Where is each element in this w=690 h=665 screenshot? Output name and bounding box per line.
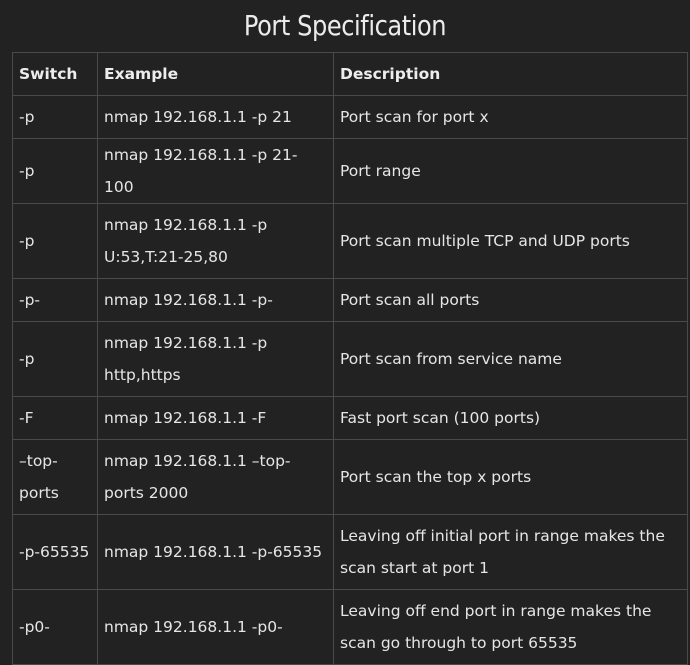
switch-cell: –top-ports	[12, 439, 98, 515]
table-row: -p- nmap 192.168.1.1 -p- Port scan all p…	[12, 278, 688, 322]
description-cell: Fast port scan (100 ports)	[333, 396, 688, 440]
description-cell: Port range	[333, 138, 688, 204]
table-row: –top-ports nmap 192.168.1.1 –top-ports 2…	[12, 439, 688, 515]
example-cell: nmap 192.168.1.1 -p0-	[97, 589, 334, 665]
description-cell: Port scan multiple TCP and UDP ports	[333, 203, 688, 279]
example-cell: nmap 192.168.1.1 -p 21-100	[97, 138, 334, 204]
example-cell: nmap 192.168.1.1 -p U:53,T:21-25,80	[97, 203, 334, 279]
example-cell: nmap 192.168.1.1 -p-65535	[97, 514, 334, 590]
column-header-switch: Switch	[12, 52, 98, 96]
example-cell: nmap 192.168.1.1 -p http,https	[97, 321, 334, 397]
description-cell: Leaving off initial port in range makes …	[333, 514, 688, 590]
description-cell: Port scan all ports	[333, 278, 688, 322]
table-row: -p-65535 nmap 192.168.1.1 -p-65535 Leavi…	[12, 514, 688, 590]
switch-cell: -p0-	[12, 589, 98, 665]
port-specification-table: Switch Example Description -p nmap 192.1…	[12, 52, 688, 665]
table-row: -F nmap 192.168.1.1 -F Fast port scan (1…	[12, 396, 688, 440]
page-title: Port Specification	[243, 9, 447, 42]
description-cell: Port scan the top x ports	[333, 439, 688, 515]
table-header-row: Switch Example Description	[12, 52, 688, 96]
description-cell: Leaving off end port in range makes the …	[333, 589, 688, 665]
table-row: -p nmap 192.168.1.1 -p U:53,T:21-25,80 P…	[12, 203, 688, 279]
switch-cell: -p	[12, 321, 98, 397]
switch-cell: -p	[12, 203, 98, 279]
description-cell: Port scan from service name	[333, 321, 688, 397]
example-cell: nmap 192.168.1.1 -p 21	[97, 95, 334, 139]
description-cell: Port scan for port x	[333, 95, 688, 139]
example-cell: nmap 192.168.1.1 -F	[97, 396, 334, 440]
column-header-description: Description	[333, 52, 688, 96]
table-row: -p0- nmap 192.168.1.1 -p0- Leaving off e…	[12, 589, 688, 665]
table-row: -p nmap 192.168.1.1 -p http,https Port s…	[12, 321, 688, 397]
switch-cell: -p-	[12, 278, 98, 322]
table-row: -p nmap 192.168.1.1 -p 21-100 Port range	[12, 138, 688, 204]
switch-cell: -p	[12, 138, 98, 204]
switch-cell: -p-65535	[12, 514, 98, 590]
switch-cell: -p	[12, 95, 98, 139]
example-cell: nmap 192.168.1.1 -p-	[97, 278, 334, 322]
table-row: -p nmap 192.168.1.1 -p 21 Port scan for …	[12, 95, 688, 139]
column-header-example: Example	[97, 52, 334, 96]
example-cell: nmap 192.168.1.1 –top-ports 2000	[97, 439, 334, 515]
switch-cell: -F	[12, 396, 98, 440]
